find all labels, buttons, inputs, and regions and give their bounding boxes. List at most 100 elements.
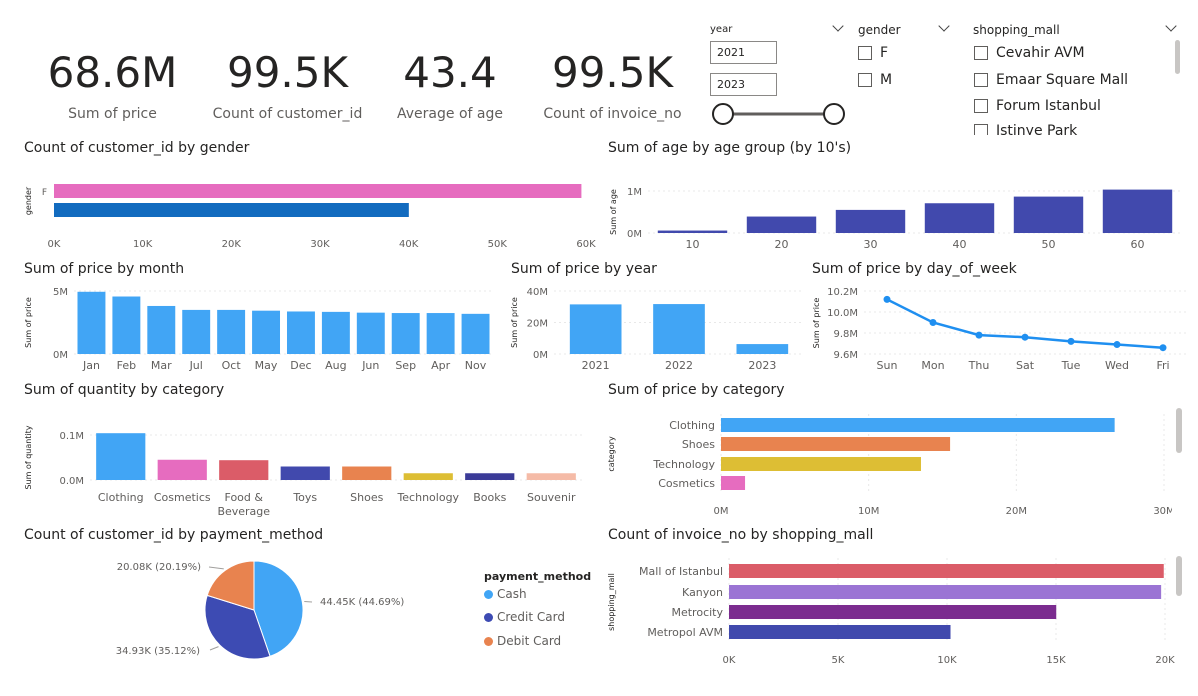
bar — [391, 313, 420, 354]
mall-bar-chart: 0K 5K 10K 15K 20K shopping_mall Mall of Istanb… — [607, 558, 1175, 666]
x-tick-label: 20 — [775, 238, 789, 251]
chevron-down-icon[interactable] — [1165, 20, 1177, 32]
y-tick-label: Kanyon — [682, 586, 723, 599]
legend-item-credit-card[interactable]: Credit Card — [484, 610, 565, 624]
data-label: 44.45K (44.69%) — [320, 597, 404, 608]
x-tick-label: 10M — [858, 506, 879, 517]
year-end-input[interactable]: 2023 — [710, 73, 777, 96]
bar — [96, 433, 146, 480]
legend-swatch — [484, 612, 493, 622]
y-tick-label: 5M — [53, 287, 68, 298]
x-tick-label: Cosmetics — [154, 491, 211, 504]
y-tick-label: 0M — [53, 350, 68, 361]
kpi-label: Sum of price — [68, 106, 157, 122]
x-tick-label: Souvenir — [527, 491, 576, 504]
axis-title: Sum of quantity — [24, 425, 33, 489]
legend-item-debit-card[interactable]: Debit Card — [484, 634, 561, 648]
bar — [321, 311, 350, 354]
x-tick-label: May — [255, 359, 278, 372]
chevron-down-icon[interactable] — [938, 20, 950, 32]
checkbox[interactable] — [974, 124, 988, 135]
year-start-input[interactable]: 2021 — [710, 41, 777, 64]
checkbox[interactable] — [974, 99, 988, 113]
bar — [721, 418, 1115, 432]
x-tick-label: 10 — [686, 238, 700, 251]
y-tick-label: 0M — [533, 350, 548, 361]
mall-option[interactable]: Forum Istanbul — [974, 98, 1101, 114]
gender-bar-chart: 0K 10K 20K 30K 40K 50K 60K gender F — [24, 184, 596, 250]
mall-scrollbar[interactable] — [1176, 556, 1182, 596]
mall-option[interactable]: Emaar Square Mall — [974, 72, 1128, 88]
bar — [729, 605, 1057, 619]
bar — [835, 209, 906, 233]
y-tick-label: Shoes — [682, 438, 715, 451]
y-tick-label: Clothing — [669, 419, 715, 432]
x-tick-label: Mon — [921, 359, 944, 372]
y-tick-label: 1M — [627, 187, 642, 198]
x-tick-label: 50K — [488, 239, 508, 250]
x-tick-label: Feb — [117, 359, 136, 372]
bar — [721, 437, 951, 451]
bar — [526, 473, 576, 480]
x-tick-label: Dec — [290, 359, 311, 372]
slider-handle-start[interactable] — [712, 103, 734, 125]
bar — [54, 184, 582, 198]
chart-title-dow: Sum of price by day_of_week — [812, 261, 1017, 277]
slicer-scrollbar[interactable] — [1175, 40, 1180, 74]
x-tick-label: 5K — [832, 655, 845, 666]
bar — [721, 457, 921, 471]
y-tick-label: 10.0M — [827, 308, 858, 319]
axis-title: Sum of age — [609, 189, 618, 235]
bar — [157, 459, 207, 480]
gender-option-f[interactable]: F — [858, 45, 888, 61]
y-tick-label: Metropol AVM — [647, 626, 723, 639]
data-point — [1159, 344, 1167, 352]
data-point — [1021, 333, 1029, 341]
gender-option-m[interactable]: M — [858, 72, 892, 88]
checkbox[interactable] — [974, 73, 988, 87]
legend-swatch — [484, 589, 493, 599]
chart-title-price-category: Sum of price by category — [608, 382, 785, 398]
axis-title: Sum of price — [24, 297, 33, 348]
x-tick-label: 60K — [576, 239, 596, 250]
bar — [461, 313, 490, 354]
price-category-scrollbar[interactable] — [1176, 408, 1182, 453]
y-tick-label: 0.0M — [59, 476, 84, 487]
axis-title: Sum of price — [510, 297, 519, 348]
shopping-mall-slicer: shopping_mall Cevahir AVM Emaar Square M… — [970, 18, 1190, 135]
x-tick-label: Aug — [325, 359, 346, 372]
bar — [252, 310, 281, 354]
mall-option[interactable]: Cevahir AVM — [974, 45, 1085, 61]
x-tick-label: 60 — [1131, 238, 1145, 251]
x-tick-label: 20K — [1155, 655, 1175, 666]
bar — [657, 230, 728, 233]
bar — [465, 473, 515, 480]
year-range-slider[interactable] — [708, 100, 848, 128]
data-label: 34.93K (35.12%) — [116, 646, 200, 657]
bar — [746, 216, 817, 233]
x-tick-label: Apr — [431, 359, 451, 372]
bar — [147, 305, 176, 354]
axis-title: gender — [24, 186, 33, 215]
x-tick-label: 10K — [133, 239, 153, 250]
bar — [729, 625, 951, 639]
bar — [1013, 196, 1084, 233]
data-point — [1113, 341, 1121, 349]
x-tick-label: 0K — [723, 655, 736, 666]
x-tick-label: Technology — [396, 491, 459, 504]
checkbox[interactable] — [858, 73, 872, 87]
mall-option[interactable]: Istinye Park — [974, 123, 1077, 135]
bar — [280, 466, 330, 480]
legend-item-cash[interactable]: Cash — [484, 587, 527, 601]
checkbox[interactable] — [858, 46, 872, 60]
kpi-label: Average of age — [397, 106, 503, 122]
slider-handle-end[interactable] — [823, 103, 845, 125]
checkbox[interactable] — [974, 46, 988, 60]
bar — [219, 460, 269, 480]
chevron-down-icon[interactable] — [832, 20, 844, 32]
x-tick-label: Jul — [189, 359, 203, 372]
x-tick-label: Jan — [82, 359, 100, 372]
bar — [112, 296, 141, 354]
x-tick-label: 30 — [864, 238, 878, 251]
data-point — [929, 319, 937, 326]
